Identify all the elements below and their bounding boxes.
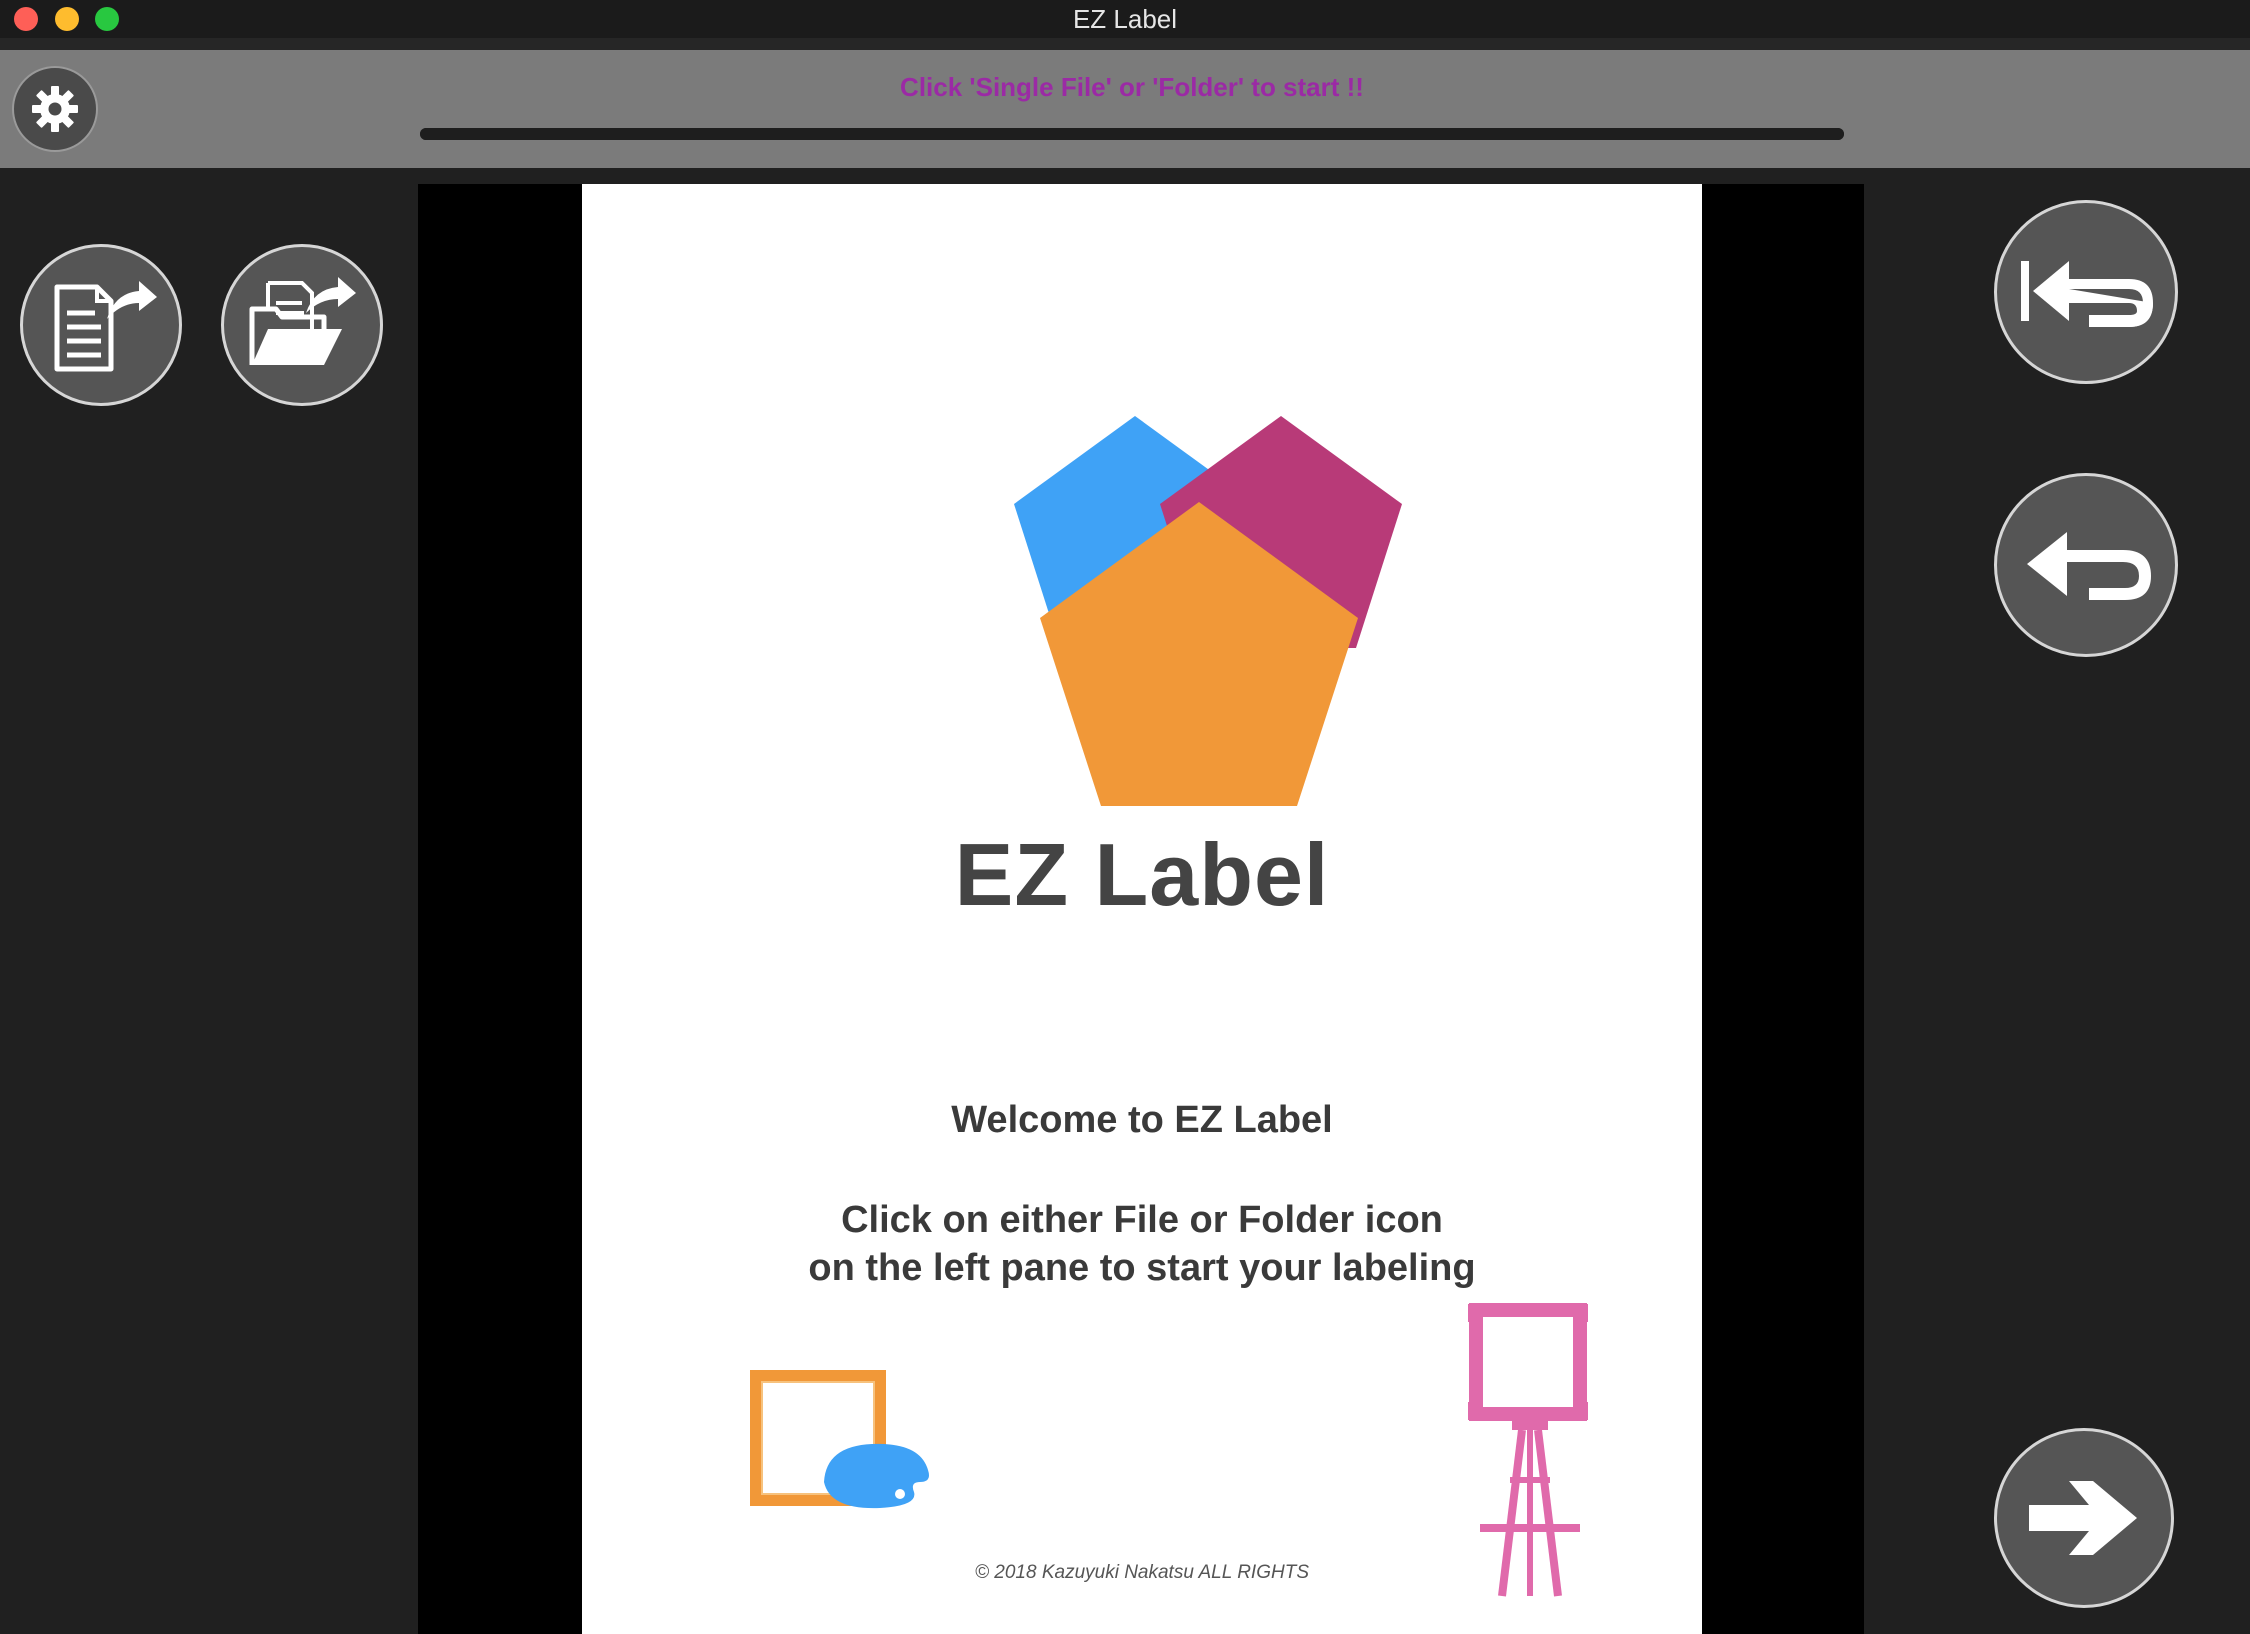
instruction-line-2: on the left pane to start your labeling <box>808 1247 1476 1289</box>
settings-button[interactable] <box>12 66 98 152</box>
picture-frame-palette-icon <box>750 1370 929 1509</box>
back-to-first-button[interactable] <box>1994 200 2178 384</box>
window-title: EZ Label <box>1072 4 1178 34</box>
open-file-icon <box>54 281 157 372</box>
splash-page: EZ Label Welcome to EZ Label Click on ei… <box>582 184 1702 1634</box>
instruction-text: Click on either File or Folder icon on t… <box>582 1196 1702 1292</box>
welcome-text: Welcome to EZ Label <box>951 1099 1333 1141</box>
back-to-first-icon <box>2021 261 2153 327</box>
progress-bar <box>420 128 1844 140</box>
easel-frame-icon <box>1468 1303 1588 1597</box>
app-name-heading: EZ Label <box>954 825 1330 924</box>
next-arrow-icon <box>2029 1481 2137 1555</box>
progress-fill <box>420 128 1844 140</box>
gear-icon <box>32 86 78 132</box>
back-icon <box>2027 532 2151 600</box>
next-button[interactable] <box>1994 1428 2174 1608</box>
instruction-line-1: Click on either File or Folder icon <box>841 1199 1443 1241</box>
top-toolbar: Click 'Single File' or 'Folder' to start… <box>0 50 2250 168</box>
status-message: Click 'Single File' or 'Folder' to start… <box>900 72 1364 102</box>
open-folder-icon <box>249 277 356 365</box>
open-single-file-button[interactable] <box>20 244 182 406</box>
open-folder-button[interactable] <box>221 244 383 406</box>
back-button[interactable] <box>1994 473 2178 657</box>
copyright-text: © 2018 Kazuyuki Nakatsu ALL RIGHTS <box>975 1562 1309 1583</box>
window-titlebar: EZ Label <box>0 0 2250 50</box>
